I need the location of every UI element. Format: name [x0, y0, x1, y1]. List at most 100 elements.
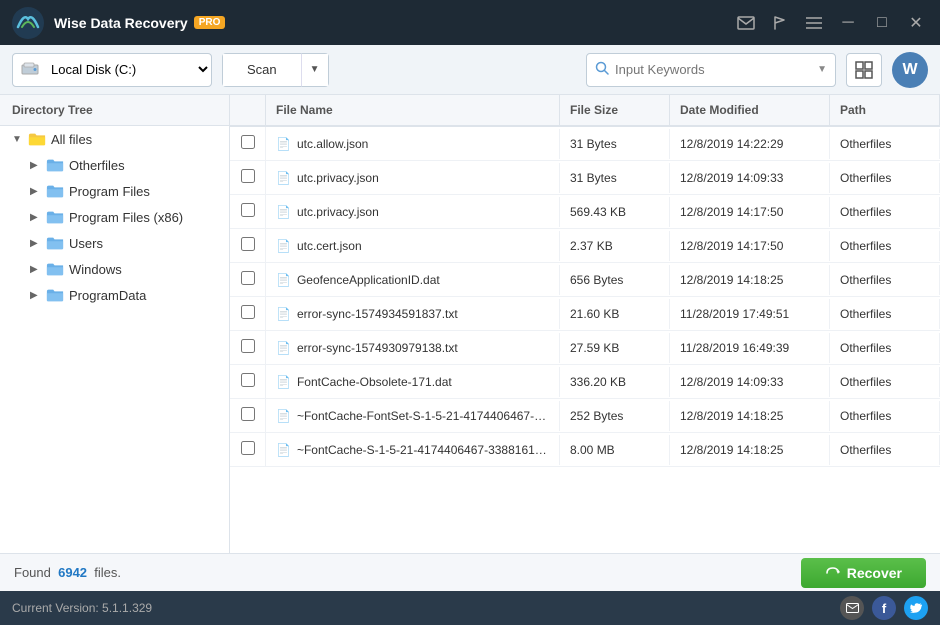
file-checkbox-cell[interactable] — [230, 229, 266, 262]
file-name-cell-8: 📄 ~FontCache-FontSet-S-1-5-21-4174406467… — [266, 401, 560, 431]
file-date-cell-1: 12/8/2019 14:09:33 — [670, 163, 830, 193]
toolbar: Local Disk (C:) Scan ▼ ▼ W — [0, 45, 940, 95]
file-checkbox-1[interactable] — [241, 169, 255, 183]
table-row: 📄 FontCache-Obsolete-171.dat 336.20 KB 1… — [230, 365, 940, 399]
menu-icon-btn[interactable] — [800, 9, 828, 37]
file-checkbox-5[interactable] — [241, 305, 255, 319]
sidebar-item-windows-label: Windows — [69, 262, 122, 277]
table-row: 📄 error-sync-1574934591837.txt 21.60 KB … — [230, 297, 940, 331]
tree-arrow-users: ▶ — [30, 238, 44, 249]
file-type-icon-7: 📄 — [276, 375, 291, 389]
minimize-btn[interactable]: ─ — [834, 9, 862, 37]
sidebar-item-windows[interactable]: ▶ Windows — [0, 256, 229, 282]
close-icon: ✕ — [909, 13, 922, 33]
minimize-icon: ─ — [842, 14, 853, 32]
sidebar-item-programdata[interactable]: ▶ ProgramData — [0, 282, 229, 308]
file-name-text-5: error-sync-1574934591837.txt — [297, 307, 458, 321]
scan-button[interactable]: Scan — [222, 53, 301, 87]
main-content: Directory Tree ▼ All files ▶ Otherfiles … — [0, 95, 940, 553]
close-btn[interactable]: ✕ — [902, 9, 930, 37]
view-toggle-button[interactable] — [846, 53, 882, 87]
footer: Current Version: 5.1.1.329 f — [0, 591, 940, 625]
th-path[interactable]: Path — [830, 95, 940, 125]
recover-label: Recover — [847, 565, 902, 581]
file-name-text-1: utc.privacy.json — [297, 171, 379, 185]
file-checkbox-cell[interactable] — [230, 399, 266, 432]
file-checkbox-9[interactable] — [241, 441, 255, 455]
file-date-cell-3: 12/8/2019 14:17:50 — [670, 231, 830, 261]
file-name-cell-9: 📄 ~FontCache-S-1-5-21-4174406467-3388161… — [266, 435, 560, 465]
file-size-cell-5: 21.60 KB — [560, 299, 670, 329]
sidebar-item-users[interactable]: ▶ Users — [0, 230, 229, 256]
file-checkbox-7[interactable] — [241, 373, 255, 387]
maximize-btn[interactable]: □ — [868, 9, 896, 37]
facebook-icon[interactable]: f — [872, 596, 896, 620]
file-checkbox-8[interactable] — [241, 407, 255, 421]
file-checkbox-cell[interactable] — [230, 195, 266, 228]
avatar-letter: W — [902, 61, 917, 79]
th-filesize[interactable]: File Size — [560, 95, 670, 125]
file-date-cell-2: 12/8/2019 14:17:50 — [670, 197, 830, 227]
scan-dropdown-button[interactable]: ▼ — [301, 53, 329, 87]
twitter-icon[interactable] — [904, 596, 928, 620]
file-path-cell-7: Otherfiles — [830, 367, 940, 397]
file-name-cell-2: 📄 utc.privacy.json — [266, 197, 560, 227]
flag-icon-btn[interactable] — [766, 9, 794, 37]
file-checkbox-cell[interactable] — [230, 127, 266, 160]
avatar-button[interactable]: W — [892, 52, 928, 88]
sidebar-item-otherfiles[interactable]: ▶ Otherfiles — [0, 152, 229, 178]
drive-select[interactable]: Local Disk (C:) — [47, 61, 211, 78]
email-social-icon[interactable] — [840, 596, 864, 620]
tree-arrow-otherfiles: ▶ — [30, 160, 44, 171]
file-checkbox-cell[interactable] — [230, 365, 266, 398]
file-checkbox-4[interactable] — [241, 271, 255, 285]
sidebar-header: Directory Tree — [0, 95, 229, 126]
folder-icon-users — [46, 235, 64, 251]
file-size-cell-1: 31 Bytes — [560, 163, 670, 193]
app-logo — [10, 5, 46, 41]
file-name-text-4: GeofenceApplicationID.dat — [297, 273, 440, 287]
sidebar-item-programdata-label: ProgramData — [69, 288, 146, 303]
file-path-cell-4: Otherfiles — [830, 265, 940, 295]
file-type-icon-3: 📄 — [276, 239, 291, 253]
recover-button[interactable]: Recover — [801, 558, 926, 588]
file-checkbox-cell[interactable] — [230, 297, 266, 330]
sidebar-item-allfiles-label: All files — [51, 132, 92, 147]
tree-arrow-programfiles: ▶ — [30, 186, 44, 197]
recover-icon — [825, 566, 841, 580]
sidebar-item-programfiles[interactable]: ▶ Program Files — [0, 178, 229, 204]
tree-arrow-programdata: ▶ — [30, 290, 44, 301]
file-date-cell-5: 11/28/2019 17:49:51 — [670, 299, 830, 329]
file-checkbox-2[interactable] — [241, 203, 255, 217]
file-type-icon-8: 📄 — [276, 409, 291, 423]
file-size-cell-2: 569.43 KB — [560, 197, 670, 227]
drive-icon — [13, 61, 47, 78]
file-size-cell-6: 27.59 KB — [560, 333, 670, 363]
file-name-cell-6: 📄 error-sync-1574930979138.txt — [266, 333, 560, 363]
file-name-text-9: ~FontCache-S-1-5-21-4174406467-338816185… — [297, 443, 549, 457]
file-checkbox-cell[interactable] — [230, 331, 266, 364]
email-icon-btn[interactable] — [732, 9, 760, 37]
file-name-cell-0: 📄 utc.allow.json — [266, 129, 560, 159]
th-filename[interactable]: File Name — [266, 95, 560, 125]
file-type-icon-9: 📄 — [276, 443, 291, 457]
file-name-text-0: utc.allow.json — [297, 137, 368, 151]
file-date-cell-0: 12/8/2019 14:22:29 — [670, 129, 830, 159]
drive-select-wrapper[interactable]: Local Disk (C:) — [12, 53, 212, 87]
table-body: 📄 utc.allow.json 31 Bytes 12/8/2019 14:2… — [230, 127, 940, 553]
file-checkbox-0[interactable] — [241, 135, 255, 149]
file-checkbox-6[interactable] — [241, 339, 255, 353]
file-checkbox-cell[interactable] — [230, 263, 266, 296]
pro-badge: PRO — [194, 16, 226, 29]
file-checkbox-cell[interactable] — [230, 433, 266, 466]
file-checkbox-cell[interactable] — [230, 161, 266, 194]
file-name-text-6: error-sync-1574930979138.txt — [297, 341, 458, 355]
sidebar-item-programfilesx86[interactable]: ▶ Program Files (x86) — [0, 204, 229, 230]
search-input[interactable] — [615, 62, 811, 77]
th-datemodified[interactable]: Date Modified — [670, 95, 830, 125]
search-dropdown-icon[interactable]: ▼ — [817, 64, 827, 75]
file-checkbox-3[interactable] — [241, 237, 255, 251]
app-title: Wise Data Recovery — [54, 15, 188, 31]
sidebar-item-allfiles[interactable]: ▼ All files — [0, 126, 229, 152]
folder-icon-programfilesx86 — [46, 209, 64, 225]
